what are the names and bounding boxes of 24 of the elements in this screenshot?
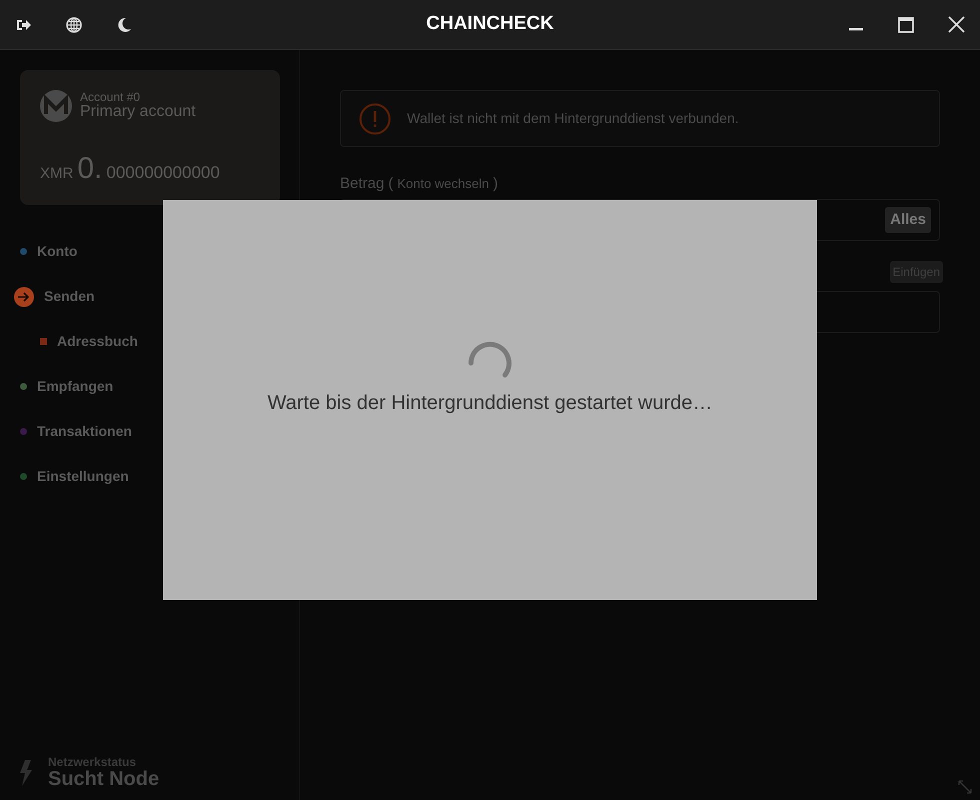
account-number: Account #0: [80, 91, 142, 104]
alert-text: Wallet ist nicht mit dem Hintergrunddienst verbunden.: [407, 109, 739, 128]
sidebar-item[interactable]: Adressbuch: [20, 319, 138, 364]
loading-message: Warte bis der Hintergrunddienst gestartet wurde…: [267, 391, 713, 416]
lightning-icon: [20, 760, 32, 786]
all-button[interactable]: Alles: [885, 206, 931, 234]
sidebar-item[interactable]: Einstellungen: [20, 454, 129, 499]
sidebar-item[interactable]: Transaktionen: [20, 409, 132, 454]
sidebar-item[interactable]: Empfangen: [20, 364, 114, 409]
sidebar-item[interactable]: Senden: [14, 274, 95, 319]
resize-grip-icon: [958, 780, 972, 794]
balance-decimals: 000000000000: [106, 162, 220, 184]
amount-label: Betrag: [340, 175, 384, 193]
network-status: Sucht Node: [48, 768, 160, 790]
sidebar-item[interactable]: Konto: [20, 229, 78, 274]
coin-logo-icon: [40, 90, 72, 122]
warning-icon: [359, 102, 391, 134]
currency-label: XMR: [40, 164, 74, 184]
paren: (: [388, 175, 394, 193]
balance-integer: 0.: [77, 154, 102, 184]
switch-account-link[interactable]: Konto wechseln: [397, 176, 489, 192]
window-title: CHAINCHECK: [426, 13, 554, 34]
account-name: Primary account: [80, 103, 196, 121]
paren: ): [492, 175, 498, 193]
